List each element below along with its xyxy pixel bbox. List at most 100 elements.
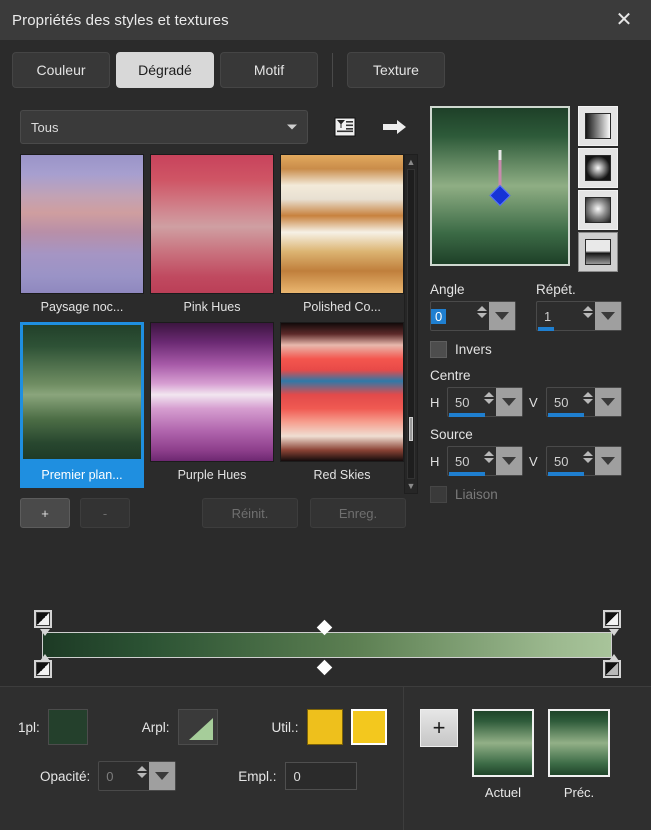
centre-v-spinner[interactable]: 50: [546, 387, 622, 417]
angle-dropdown-icon[interactable]: [489, 302, 515, 330]
tab-separator: [332, 53, 333, 87]
centre-v-value[interactable]: 50: [547, 395, 568, 410]
scroll-down-icon[interactable]: ▼: [405, 479, 417, 493]
liaison-label: Liaison: [455, 487, 498, 502]
repeat-value[interactable]: 1: [537, 309, 551, 324]
gradient-swatch: [280, 154, 404, 294]
source-h-spinner[interactable]: 50: [447, 446, 523, 476]
stop-swatch: [606, 663, 618, 675]
gradient-list-scrollbar[interactable]: ▲ ▼: [404, 154, 418, 494]
gradient-label: Paysage noc...: [40, 300, 124, 314]
repeat-slider-bar[interactable]: [538, 327, 554, 331]
gradient-editor-bar[interactable]: [42, 632, 612, 658]
empl-input[interactable]: 0: [284, 762, 357, 790]
source-h-dropdown-icon[interactable]: [496, 447, 522, 475]
centre-h-value[interactable]: 50: [448, 395, 469, 410]
util-swatch-1[interactable]: [306, 709, 343, 745]
scrollbar-thumb[interactable]: [409, 417, 413, 441]
repeat-stepper-icon[interactable]: [583, 306, 593, 318]
reset-button[interactable]: Réinit.: [202, 498, 298, 528]
gradient-type-sunburst-button[interactable]: [578, 232, 618, 272]
add-gradient-button[interactable]: +: [20, 498, 70, 528]
gradient-swatch: [20, 322, 144, 462]
gradient-type-rectangular-button[interactable]: [578, 148, 618, 188]
opacity-location-row: Opacité: 0 Empl.: 0: [0, 745, 403, 791]
previous-swatch[interactable]: [548, 709, 610, 777]
gradient-grid-wrapper: Paysage noc... Pink Hues Polished Co... …: [20, 154, 418, 494]
gradient-stop-end-top[interactable]: [603, 610, 621, 636]
remove-gradient-button[interactable]: -: [80, 498, 130, 528]
tab-couleur[interactable]: Couleur: [12, 52, 110, 88]
centre-v-slider-bar[interactable]: [548, 413, 584, 417]
opacity-dropdown-icon[interactable]: [149, 762, 176, 790]
centre-v-dropdown-icon[interactable]: [595, 388, 621, 416]
gradient-type-linear-button[interactable]: [578, 106, 618, 146]
scrollbar-track[interactable]: [407, 169, 415, 479]
save-button[interactable]: Enreg.: [310, 498, 406, 528]
arpl-swatch[interactable]: [177, 709, 218, 745]
gradient-center-handle[interactable]: [489, 184, 511, 207]
liaison-row[interactable]: Liaison: [430, 486, 651, 503]
opacity-stepper-icon[interactable]: [137, 766, 148, 778]
liaison-checkbox[interactable]: [430, 486, 447, 503]
repeat-dropdown-icon[interactable]: [595, 302, 621, 330]
source-v-stepper-icon[interactable]: [583, 451, 593, 463]
source-row: H 50 V 50: [430, 446, 651, 476]
centre-h-dropdown-icon[interactable]: [496, 388, 522, 416]
angle-stepper-icon[interactable]: [477, 306, 487, 318]
gradient-label: Premier plan...: [20, 462, 144, 488]
source-v-dropdown-icon[interactable]: [595, 447, 621, 475]
gradient-item-red-skies[interactable]: Red Skies: [280, 322, 404, 488]
gradient-item-paysage-nocturne[interactable]: Paysage noc...: [20, 154, 144, 320]
gradient-item-polished-copper[interactable]: Polished Co...: [280, 154, 404, 320]
opacity-spinner[interactable]: 0: [98, 761, 177, 791]
source-v-slider-bar[interactable]: [548, 472, 584, 476]
category-dropdown[interactable]: Tous: [20, 110, 308, 144]
centre-v-stepper-icon[interactable]: [583, 392, 593, 404]
util-swatch-2[interactable]: [350, 709, 387, 745]
centre-h-spinner[interactable]: 50: [447, 387, 523, 417]
invers-checkbox[interactable]: [430, 341, 447, 358]
tab-texture[interactable]: Texture: [347, 52, 445, 88]
arrow-right-icon[interactable]: [380, 112, 410, 142]
list-action-bar: + - Réinit. Enreg.: [20, 498, 406, 528]
source-v-value[interactable]: 50: [547, 454, 568, 469]
source-h-stepper-icon[interactable]: [484, 451, 494, 463]
repeat-spinner[interactable]: 1: [536, 301, 622, 331]
gradient-item-purple-hues[interactable]: Purple Hues: [150, 322, 274, 488]
gradient-browser-panel: Tous Paysage noc... Pink Hues Polished C…: [0, 100, 420, 656]
tab-motif[interactable]: Motif: [220, 52, 318, 88]
gradient-item-premier-plan[interactable]: Premier plan...: [20, 322, 144, 488]
gradient-label: Red Skies: [313, 468, 371, 482]
scroll-up-icon[interactable]: ▲: [405, 155, 417, 169]
source-h-value[interactable]: 50: [448, 454, 469, 469]
current-previous-row: + Actuel Préc.: [404, 687, 651, 800]
gradient-grid: Paysage noc... Pink Hues Polished Co... …: [20, 154, 406, 488]
list-view-icon[interactable]: [330, 112, 360, 142]
foreground-label: 1pl:: [18, 719, 40, 735]
source-v-spinner[interactable]: 50: [546, 446, 622, 476]
gradient-midpoint-bottom[interactable]: [316, 659, 333, 676]
bottom-left-section: 1pl: Arpl: Util.: Opacité: 0 Empl.: 0: [0, 687, 404, 830]
gradient-item-pink-hues[interactable]: Pink Hues: [150, 154, 274, 320]
gradient-preview[interactable]: [430, 106, 570, 266]
foreground-swatch[interactable]: [47, 709, 88, 745]
opacity-value[interactable]: 0: [99, 769, 113, 784]
tab-degrade[interactable]: Dégradé: [116, 52, 214, 88]
gradient-stop-start-bottom[interactable]: [34, 654, 52, 678]
gradient-stop-editor: [20, 610, 621, 680]
current-swatch[interactable]: [472, 709, 534, 777]
add-swatch-button[interactable]: +: [420, 709, 458, 747]
gradient-type-buttons: [578, 106, 618, 272]
invers-row[interactable]: Invers: [430, 341, 651, 358]
angle-spinner[interactable]: 0: [430, 301, 516, 331]
source-h-slider-bar[interactable]: [449, 472, 485, 476]
close-icon[interactable]: ✕: [607, 5, 641, 35]
tab-bar: Couleur Dégradé Motif Texture: [0, 40, 651, 100]
gradient-type-radial-button[interactable]: [578, 190, 618, 230]
centre-h-slider-bar[interactable]: [449, 413, 485, 417]
gradient-stop-start-top[interactable]: [34, 610, 52, 636]
gradient-stop-end-bottom[interactable]: [603, 654, 621, 678]
angle-value[interactable]: 0: [431, 308, 447, 324]
centre-h-stepper-icon[interactable]: [484, 392, 494, 404]
